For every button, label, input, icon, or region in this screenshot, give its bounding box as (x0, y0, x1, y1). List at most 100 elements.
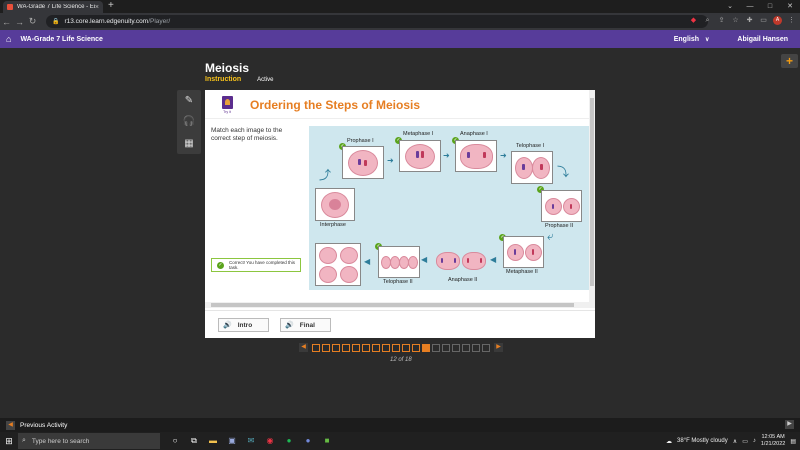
scroll-thumb[interactable] (211, 303, 574, 307)
spotify-icon[interactable]: ● (284, 436, 294, 446)
intro-audio-button[interactable]: 🔊 Intro (218, 318, 269, 332)
page-indicator[interactable] (342, 343, 350, 352)
next-activity-arrow-icon[interactable]: ▶ (785, 420, 794, 429)
instruction-tab[interactable]: Instruction (205, 76, 241, 83)
extension-icon[interactable]: ◆ (689, 16, 698, 25)
telophase-1-image[interactable] (511, 151, 553, 184)
new-tab-icon[interactable]: + (108, 0, 114, 11)
metaphase-2-image[interactable] (503, 236, 544, 268)
sidebar-icon[interactable]: ▭ (759, 16, 768, 25)
network-icon[interactable]: ▭ (742, 438, 748, 445)
headphones-icon[interactable]: 🎧 (183, 116, 195, 127)
plus-button[interactable]: + (781, 54, 798, 68)
page-indicator[interactable] (322, 343, 330, 352)
page-indicator[interactable] (472, 343, 480, 352)
windows-start-icon[interactable]: ⊞ (0, 436, 18, 447)
divider (205, 310, 595, 311)
taskbar-search[interactable]: ⌕ Type here to search (18, 433, 160, 449)
maximize-icon[interactable]: □ (760, 0, 780, 13)
scroll-thumb[interactable] (590, 98, 594, 286)
page-indicator[interactable] (432, 343, 440, 352)
prophase-1-image[interactable] (342, 146, 384, 179)
page-indicator[interactable] (312, 343, 320, 352)
previous-activity-link[interactable]: Previous Activity (20, 422, 67, 429)
course-title: WA-Grade 7 Life Science (20, 35, 103, 43)
page-indicator[interactable] (382, 343, 390, 352)
share-icon[interactable]: ⇪ (717, 16, 726, 25)
tab-search-icon[interactable]: ⌄ (720, 0, 740, 13)
page-indicator[interactable] (452, 343, 460, 352)
final-audio-button[interactable]: 🔊 Final (280, 318, 331, 332)
store-icon[interactable]: ▣ (227, 436, 237, 446)
page-indicator[interactable] (412, 343, 420, 352)
anaphase-2-image[interactable] (433, 246, 487, 274)
anaphase-1-image[interactable] (455, 140, 497, 172)
address-bar[interactable]: 🔒 r13.core.learn.edgenuity.com /Player/ (46, 15, 708, 28)
page-indicator[interactable] (392, 343, 400, 352)
profile-avatar-icon[interactable]: A (773, 16, 782, 25)
clock[interactable]: 12:05 AM 1/21/2022 (761, 434, 785, 448)
prophase-2-image[interactable] (541, 190, 582, 222)
label-metaphase-2: Metaphase II (506, 269, 538, 275)
user-name[interactable]: Abigail Hansen (737, 36, 788, 43)
back-icon[interactable]: ← (0, 17, 13, 27)
tray-chevron-icon[interactable]: ∧ (733, 438, 737, 445)
activity-title: Ordering the Steps of Meiosis (250, 98, 421, 112)
extensions-puzzle-icon[interactable]: ✚ (745, 16, 754, 25)
page-indicator[interactable] (362, 343, 370, 352)
zoom-icon[interactable]: ⌕ (703, 16, 712, 25)
tab-close-icon[interactable]: × (95, 4, 99, 11)
arrow-right-icon: ➜ (443, 151, 450, 160)
address-row: ← → ↻ 🔒 r13.core.learn.edgenuity.com /Pl… (0, 13, 800, 30)
minimize-icon[interactable]: — (740, 0, 760, 13)
page-indicator[interactable] (482, 343, 490, 352)
home-icon[interactable]: ⌂ (6, 34, 11, 44)
forward-icon[interactable]: → (13, 17, 26, 27)
page-indicator[interactable] (402, 343, 410, 352)
minecraft-icon[interactable]: ■ (322, 436, 332, 446)
horizontal-scrollbar[interactable] (205, 302, 589, 308)
close-window-icon[interactable]: ✕ (780, 0, 800, 13)
chrome-icon[interactable]: ◉ (265, 436, 275, 446)
pencil-icon[interactable]: ✎ (185, 95, 193, 106)
chevron-down-icon[interactable]: ∨ (705, 36, 709, 43)
next-page-button[interactable]: ▶ (494, 343, 503, 352)
page-indicator[interactable] (332, 343, 340, 352)
browser-menu-icon[interactable]: ⋮ (787, 16, 796, 25)
page-indicator[interactable] (422, 343, 430, 352)
telophase-2-image[interactable] (378, 246, 420, 278)
mail-icon[interactable]: ✉ (246, 436, 256, 446)
metaphase-1-image[interactable] (399, 140, 441, 172)
bookmark-star-icon[interactable]: ☆ (731, 16, 740, 25)
curved-arrow-icon: ⤵ (557, 165, 570, 179)
task-view-icon[interactable]: ⧉ (189, 436, 199, 446)
calculator-icon[interactable]: ▦ (184, 138, 193, 149)
vertical-scrollbar[interactable] (589, 90, 595, 308)
lesson-title: Meiosis (205, 61, 250, 75)
meiosis-diagram: Interphase ⤴ ✓ Prophase I ➜ ✓ Metaphase … (309, 126, 589, 290)
page-navigator: ◀ ▶ (296, 343, 506, 352)
page-indicator[interactable] (462, 343, 470, 352)
cortana-icon[interactable]: ○ (170, 436, 180, 446)
notifications-icon[interactable]: ▤ (790, 438, 796, 445)
curved-arrow-icon: ⤴ (319, 168, 332, 182)
weather-text[interactable]: 38°F Mostly cloudy (677, 438, 728, 444)
label-interphase: Interphase (320, 222, 346, 228)
language-select[interactable]: English (674, 36, 699, 43)
feedback-box: ✓ Correct! You have completed this task. (211, 258, 301, 272)
page-indicator[interactable] (372, 343, 380, 352)
status-badge: Active (257, 77, 274, 83)
activity-footer: ◀ Previous Activity ▶ (0, 418, 800, 432)
volume-icon[interactable]: ♪ (753, 438, 756, 444)
reload-icon[interactable]: ↻ (26, 16, 39, 27)
page-indicator[interactable] (442, 343, 450, 352)
previous-activity-arrow-icon[interactable]: ◀ (6, 420, 15, 430)
browser-tab[interactable]: WA-Grade 7 Life Science - Edgen × (3, 1, 103, 13)
lock-icon: 🔒 (52, 19, 60, 25)
file-explorer-icon[interactable]: ▬ (208, 436, 218, 446)
previous-page-button[interactable]: ◀ (299, 343, 308, 352)
page-indicator[interactable] (352, 343, 360, 352)
final-label: Final (299, 321, 315, 329)
speaker-icon: 🔊 (285, 322, 294, 329)
discord-icon[interactable]: ● (303, 436, 313, 446)
